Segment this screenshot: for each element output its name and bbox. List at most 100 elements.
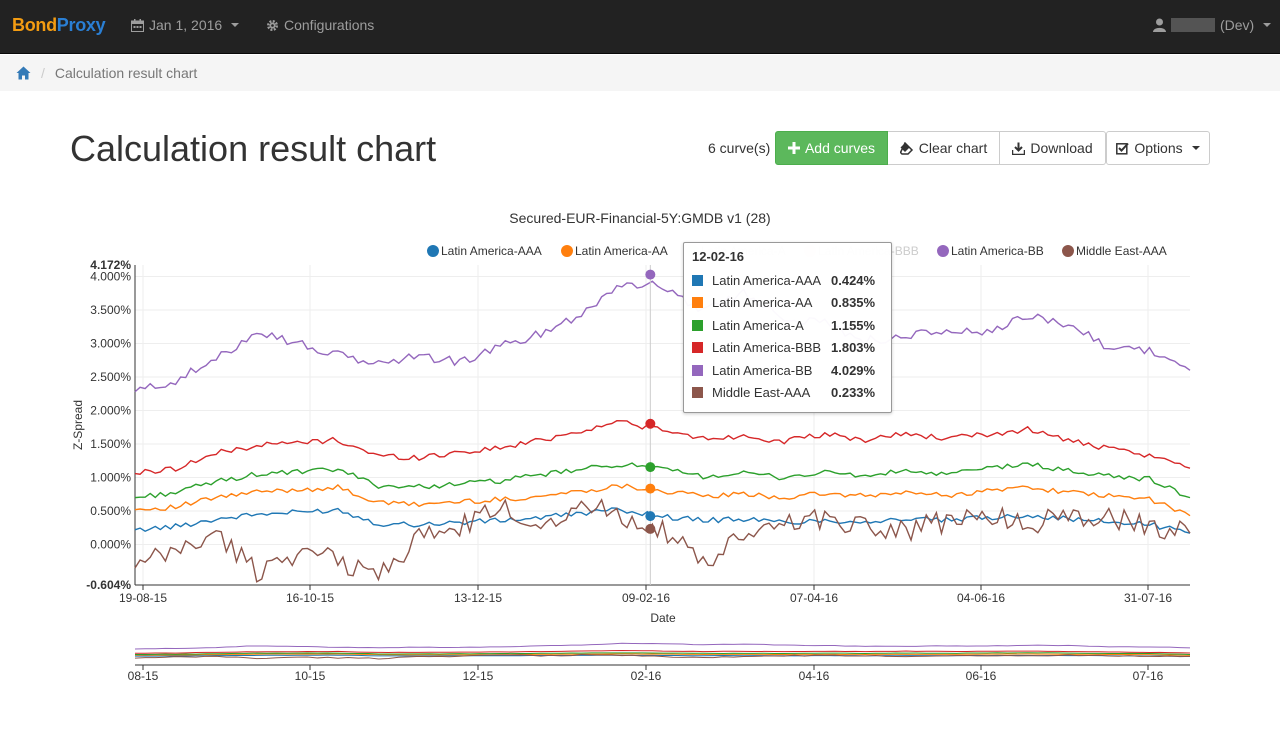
breadcrumb-separator: /	[41, 65, 45, 81]
chevron-down-icon	[1191, 146, 1200, 150]
download-icon	[1012, 142, 1026, 155]
legend-label: Middle East-AAA	[1076, 244, 1167, 258]
tooltip-swatch	[692, 364, 703, 376]
legend-swatch	[427, 245, 439, 257]
tooltip-series-name: Latin America-BBB	[712, 340, 822, 356]
tooltip-row: Middle East-AAA 0.233%	[692, 382, 883, 405]
x-tick-label: 07-04-16	[790, 591, 838, 605]
tooltip-swatch	[692, 319, 703, 331]
plus-icon	[787, 142, 800, 154]
tooltip-row: Latin America-BBB 1.803%	[692, 337, 883, 360]
tooltip-value: 4.029%	[831, 362, 876, 378]
hover-marker	[645, 418, 656, 429]
user-icon	[1153, 18, 1166, 32]
y-max-label: 4.172%	[90, 258, 131, 272]
tooltip-row: Latin America-AAA 0.424%	[692, 269, 883, 292]
x-tick-label: 19-08-15	[119, 591, 167, 605]
user-name-redacted	[1171, 18, 1215, 32]
y-tick-label: 2.500%	[90, 370, 131, 384]
clear-chart-button[interactable]: Clear chart	[888, 131, 1000, 165]
legend-label: Latin America-AAA	[441, 244, 542, 258]
calendar-icon	[131, 18, 144, 32]
tooltip-date: 12-02-16	[692, 249, 745, 264]
y-tick-label: 3.000%	[90, 337, 131, 351]
overview-tick-label: 06-16	[966, 669, 997, 683]
add-curves-button[interactable]: Add curves	[775, 131, 888, 165]
user-role: (Dev)	[1220, 17, 1255, 33]
checkbox-icon	[1116, 142, 1130, 155]
y-tick-label: 1.500%	[90, 437, 131, 451]
top-navbar: BondProxy Jan 1, 2016 Configurations (De…	[0, 0, 1280, 54]
user-menu[interactable]: (Dev)	[1153, 17, 1272, 33]
x-tick-label: 16-10-15	[286, 591, 334, 605]
tooltip-value: 0.424%	[831, 272, 876, 288]
series-line	[134, 498, 1191, 583]
brand-logo[interactable]: BondProxy	[12, 15, 106, 36]
series-line	[134, 280, 1191, 393]
breadcrumb: / Calculation result chart	[0, 55, 1280, 91]
y-tick-label: 3.500%	[90, 303, 131, 317]
x-tick-label: 13-12-15	[454, 591, 502, 605]
y-tick-label: 0.500%	[90, 504, 131, 518]
x-tick-label: 31-07-16	[1124, 591, 1172, 605]
hover-marker	[645, 511, 656, 522]
gear-icon	[266, 19, 279, 32]
y-tick-label: 0.000%	[90, 538, 131, 552]
download-label: Download	[1030, 140, 1093, 156]
line-chart[interactable]: Secured-EUR-Financial-5Y:GMDB v1 (28) Lat…	[0, 195, 1280, 695]
legend-item[interactable]: Latin America-AA	[561, 244, 668, 258]
tooltip-value: 0.233%	[831, 385, 876, 401]
configurations-link[interactable]: Configurations	[266, 17, 374, 33]
page-title: Calculation result chart	[70, 128, 437, 169]
y-tick-label: 1.000%	[90, 471, 131, 485]
hover-marker	[645, 462, 656, 473]
tooltip-value: 1.155%	[831, 317, 876, 333]
legend-item[interactable]: Latin America-AAA	[427, 244, 542, 258]
overview-tick-label: 07-16	[1133, 669, 1164, 683]
download-button[interactable]: Download	[1000, 131, 1106, 165]
y-min-label: -0.604%	[86, 578, 131, 592]
tooltip-row: Latin America-BB 4.029%	[692, 359, 883, 382]
clear-chart-label: Clear chart	[918, 140, 988, 156]
tooltip-swatch	[692, 342, 703, 354]
configurations-label: Configurations	[284, 17, 375, 33]
x-axis-label: Date	[650, 611, 676, 625]
tooltip-row: Latin America-AA 0.835%	[692, 292, 883, 315]
tooltip-swatch	[692, 274, 703, 286]
date-dropdown[interactable]: Jan 1, 2016	[131, 17, 240, 33]
hover-marker	[645, 483, 656, 494]
add-curves-label: Add curves	[804, 140, 876, 156]
date-label: Jan 1, 2016	[149, 17, 223, 33]
hover-marker	[645, 269, 656, 280]
tooltip-series-name: Latin America-A	[712, 317, 804, 333]
overview-tick-label: 12-15	[463, 669, 494, 683]
legend-item[interactable]: Middle East-AAA	[1062, 244, 1167, 258]
chevron-down-icon	[231, 23, 240, 27]
tooltip-series-name: Latin America-AAA	[712, 272, 822, 288]
breadcrumb-current: Calculation result chart	[54, 65, 198, 81]
options-button[interactable]: Options	[1106, 131, 1210, 165]
tooltip-value: 0.835%	[831, 295, 876, 311]
legend-label: Latin America-AA	[575, 244, 668, 258]
y-axis-label: Z-Spread	[71, 400, 85, 450]
tooltip-series-name: Latin America-AA	[712, 295, 813, 311]
tooltip-series-name: Middle East-AAA	[712, 385, 811, 401]
overview-tick-label: 10-15	[295, 669, 326, 683]
hover-marker	[645, 523, 656, 534]
legend-item[interactable]: Latin America-BB	[937, 244, 1044, 258]
y-tick-label: 2.000%	[90, 404, 131, 418]
chart-title: Secured-EUR-Financial-5Y:GMDB v1 (28)	[509, 210, 770, 226]
tooltip-swatch	[692, 387, 703, 399]
tooltip-series-name: Latin America-BB	[712, 362, 813, 378]
tooltip-row: Latin America-A 1.155%	[692, 314, 883, 337]
legend-swatch	[1062, 245, 1074, 257]
eraser-icon	[899, 141, 914, 155]
chart-container: Secured-EUR-Financial-5Y:GMDB v1 (28) Lat…	[0, 195, 1280, 695]
overview-tick-label: 04-16	[799, 669, 830, 683]
legend-label: Latin America-BB	[951, 244, 1044, 258]
chart-tooltip: 12-02-16 Latin America-AAA 0.424% Latin Am…	[683, 242, 892, 413]
home-icon[interactable]	[16, 66, 31, 80]
tooltip-swatch	[692, 297, 703, 309]
overview-tick-label: 08-15	[128, 669, 159, 683]
chevron-down-icon	[1263, 23, 1272, 27]
